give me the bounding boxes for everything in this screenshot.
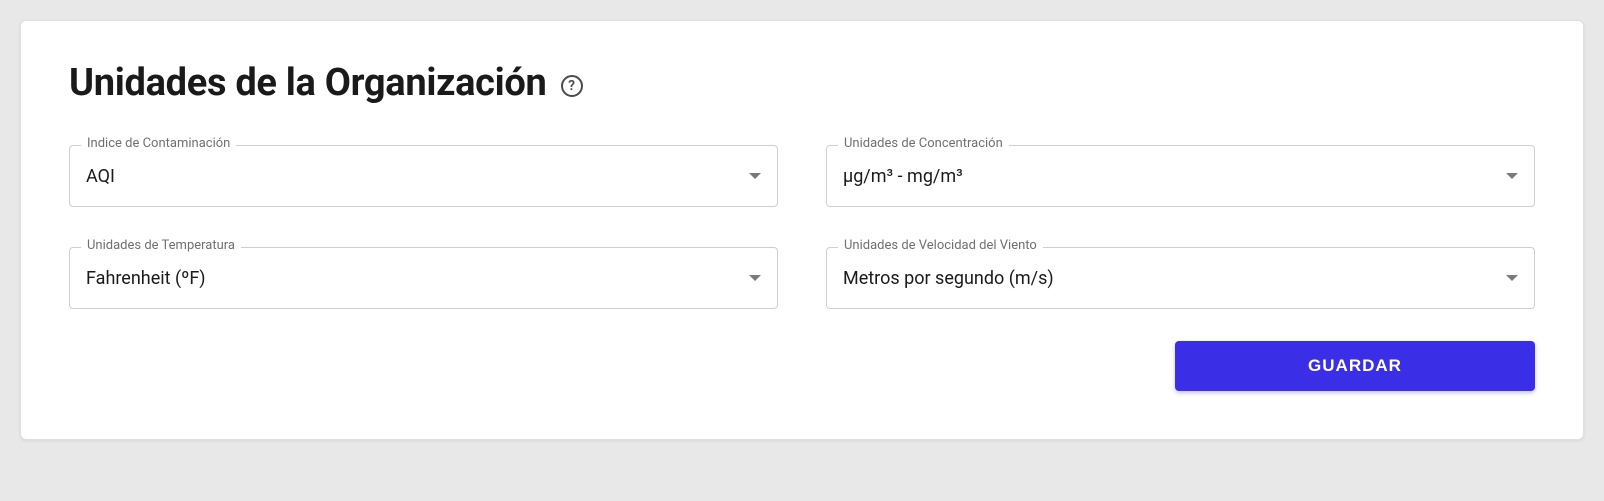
temperature-field: Unidades de Temperatura Fahrenheit (ºF) xyxy=(69,247,778,309)
wind-speed-field: Unidades de Velocidad del Viento Metros … xyxy=(826,247,1535,309)
fields-grid: Indice de Contaminación AQI Unidades de … xyxy=(69,145,1535,309)
temperature-select[interactable]: Fahrenheit (ºF) xyxy=(69,247,778,309)
concentration-select[interactable]: µg/m³ - mg/m³ xyxy=(826,145,1535,207)
wind-speed-select[interactable]: Metros por segundo (m/s) xyxy=(826,247,1535,309)
card-header: Unidades de la Organización ? xyxy=(69,61,1535,105)
save-button[interactable]: GUARDAR xyxy=(1175,341,1535,391)
wind-speed-label: Unidades de Velocidad del Viento xyxy=(838,238,1043,253)
actions-row: GUARDAR xyxy=(69,341,1535,391)
page-title: Unidades de la Organización xyxy=(69,61,547,105)
temperature-value: Fahrenheit (ºF) xyxy=(86,268,206,289)
chevron-down-icon xyxy=(1506,275,1518,281)
pollution-index-field: Indice de Contaminación AQI xyxy=(69,145,778,207)
pollution-index-select[interactable]: AQI xyxy=(69,145,778,207)
wind-speed-value: Metros por segundo (m/s) xyxy=(843,268,1054,289)
concentration-label: Unidades de Concentración xyxy=(838,136,1009,151)
chevron-down-icon xyxy=(1506,173,1518,179)
settings-card: Unidades de la Organización ? Indice de … xyxy=(20,20,1584,440)
help-icon[interactable]: ? xyxy=(561,75,583,97)
pollution-index-value: AQI xyxy=(86,166,115,187)
temperature-label: Unidades de Temperatura xyxy=(81,238,241,253)
concentration-field: Unidades de Concentración µg/m³ - mg/m³ xyxy=(826,145,1535,207)
concentration-value: µg/m³ - mg/m³ xyxy=(843,166,963,187)
chevron-down-icon xyxy=(749,275,761,281)
pollution-index-label: Indice de Contaminación xyxy=(81,136,236,151)
chevron-down-icon xyxy=(749,173,761,179)
